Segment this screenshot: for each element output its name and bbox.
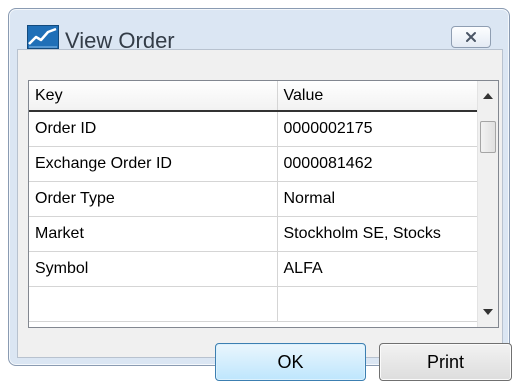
key-cell: Order ID [29,111,278,147]
order-details-table: Key Value Order ID 0000002175 Exchange O… [29,81,479,322]
scroll-thumb[interactable] [480,121,496,153]
scroll-up-button[interactable] [478,85,498,107]
table-row-partial[interactable] [29,286,479,322]
table-row[interactable]: Symbol ALFA [29,251,479,287]
key-cell: Exchange Order ID [29,146,278,182]
vertical-scrollbar[interactable] [477,81,498,327]
table-row[interactable]: Exchange Order ID 0000081462 [29,146,479,182]
chart-line-icon [27,25,59,49]
value-cell: 0000081462 [277,146,479,182]
column-header-key[interactable]: Key [29,81,278,112]
order-details-grid[interactable]: Key Value Order ID 0000002175 Exchange O… [28,80,499,328]
key-cell: Symbol [29,251,278,287]
scroll-down-button[interactable] [478,301,498,323]
title-bar[interactable]: View Order [9,9,509,53]
table-header-row: Key Value [29,81,479,112]
grid-table-area: Key Value Order ID 0000002175 Exchange O… [29,81,479,327]
table-row[interactable]: Market Stockholm SE, Stocks [29,216,479,252]
triangle-up-icon [483,93,493,99]
value-cell: ALFA [277,251,479,287]
dialog-client-area: Key Value Order ID 0000002175 Exchange O… [17,49,512,381]
close-icon [466,32,476,42]
view-order-window: View Order Key Value Order ID 0000002175… [8,8,512,381]
triangle-down-icon [483,309,493,315]
table-row[interactable]: Order ID 0000002175 [29,111,479,147]
ok-button[interactable]: OK [215,343,366,381]
value-cell: Normal [277,181,479,217]
value-cell [277,286,479,322]
value-cell: Stockholm SE, Stocks [277,216,479,252]
table-row[interactable]: Order Type Normal [29,181,479,217]
key-cell [29,286,278,322]
key-cell: Order Type [29,181,278,217]
print-button[interactable]: Print [379,343,512,381]
key-cell: Market [29,216,278,252]
close-button[interactable] [451,26,491,48]
value-cell: 0000002175 [277,111,479,147]
column-header-value[interactable]: Value [277,81,479,112]
